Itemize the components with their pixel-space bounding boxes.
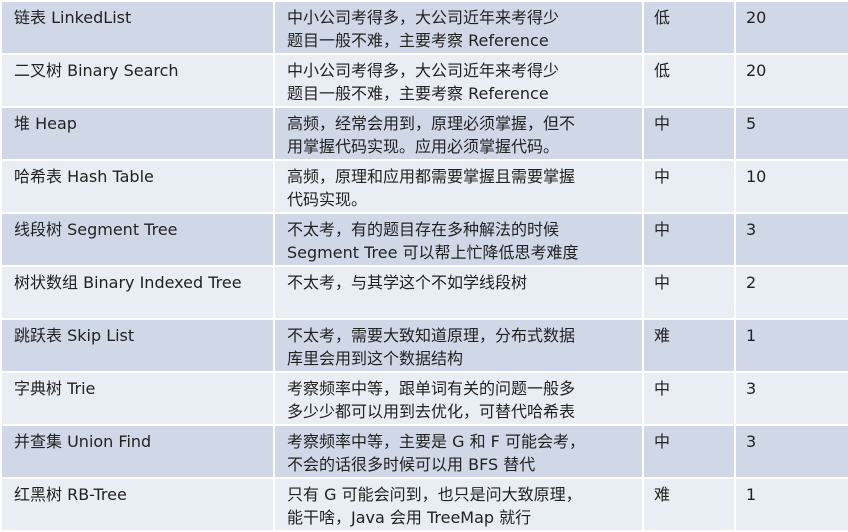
- description-line: 不太考，需要大致知道原理，分布式数据: [287, 326, 576, 345]
- frequency-count: 20: [734, 0, 848, 55]
- structure-name: 并查集 Union Find: [0, 424, 275, 479]
- structure-description: 不太考，与其学这个不如学线段树: [273, 265, 644, 320]
- description-line: 考察频率中等，主要是 G 和 F 可能会考，: [287, 432, 585, 451]
- description-line: 不太考，与其学这个不如学线段树: [287, 273, 528, 292]
- structure-description: 只有 G 可能会问到，也只是问大致原理， 能干啥，Java 会用 TreeMap…: [273, 477, 644, 532]
- structure-name: 树状数组 Binary Indexed Tree: [0, 265, 275, 320]
- table-row: 哈希表 Hash Table 高频，原理和应用都需要掌握且需要掌握 代码实现。 …: [0, 159, 848, 214]
- description-line: Segment Tree 可以帮上忙降低思考难度: [287, 243, 579, 262]
- structure-name: 红黑树 RB-Tree: [0, 477, 275, 532]
- table-row: 并查集 Union Find 考察频率中等，主要是 G 和 F 可能会考， 不会…: [0, 424, 848, 479]
- table-row: 字典树 Trie 考察频率中等，跟单词有关的问题一般多 多少少都可以用到去优化，…: [0, 371, 848, 426]
- difficulty-level: 中: [642, 212, 736, 267]
- frequency-count: 3: [734, 424, 848, 479]
- difficulty-level: 中: [642, 424, 736, 479]
- table-row: 跳跃表 Skip List 不太考，需要大致知道原理，分布式数据 库里会用到这个…: [0, 318, 848, 373]
- description-line: 库里会用到这个数据结构: [287, 349, 464, 368]
- difficulty-level: 低: [642, 53, 736, 108]
- structure-name: 跳跃表 Skip List: [0, 318, 275, 373]
- structure-description: 考察频率中等，跟单词有关的问题一般多 多少少都可以用到去优化，可替代哈希表: [273, 371, 644, 426]
- difficulty-level: 难: [642, 477, 736, 532]
- structure-name: 链表 LinkedList: [0, 0, 275, 55]
- structure-name: 线段树 Segment Tree: [0, 212, 275, 267]
- table-row: 堆 Heap 高频，经常会用到，原理必须掌握，但不 用掌握代码实现。应用必须掌握…: [0, 106, 848, 161]
- difficulty-level: 中: [642, 106, 736, 161]
- difficulty-level: 难: [642, 318, 736, 373]
- table-row: 树状数组 Binary Indexed Tree 不太考，与其学这个不如学线段树…: [0, 265, 848, 320]
- structure-description: 中小公司考得多，大公司近年来考得少 题目一般不难，主要考察 Reference: [273, 0, 644, 55]
- structure-description: 高频，经常会用到，原理必须掌握，但不 用掌握代码实现。应用必须掌握代码。: [273, 106, 644, 161]
- structure-description: 考察频率中等，主要是 G 和 F 可能会考， 不会的话很多时候可以用 BFS 替…: [273, 424, 644, 479]
- structure-description: 中小公司考得多，大公司近年来考得少 题目一般不难，主要考察 Reference: [273, 53, 644, 108]
- description-line: 高频，原理和应用都需要掌握且需要掌握: [287, 167, 576, 186]
- description-line: 能干啥，Java 会用 TreeMap 就行: [287, 508, 532, 527]
- table-row: 二叉树 Binary Search 中小公司考得多，大公司近年来考得少 题目一般…: [0, 53, 848, 108]
- frequency-count: 10: [734, 159, 848, 214]
- table-row: 链表 LinkedList 中小公司考得多，大公司近年来考得少 题目一般不难，主…: [0, 0, 848, 55]
- description-line: 代码实现。: [287, 190, 368, 209]
- frequency-count: 5: [734, 106, 848, 161]
- data-structures-table: 链表 LinkedList 中小公司考得多，大公司近年来考得少 题目一般不难，主…: [0, 0, 848, 532]
- frequency-count: 3: [734, 212, 848, 267]
- description-line: 高频，经常会用到，原理必须掌握，但不: [287, 114, 576, 133]
- structure-name: 二叉树 Binary Search: [0, 53, 275, 108]
- description-line: 中小公司考得多，大公司近年来考得少: [287, 8, 560, 27]
- structure-description: 高频，原理和应用都需要掌握且需要掌握 代码实现。: [273, 159, 644, 214]
- structure-name: 哈希表 Hash Table: [0, 159, 275, 214]
- description-line: 用掌握代码实现。应用必须掌握代码。: [287, 137, 560, 156]
- structure-name: 堆 Heap: [0, 106, 275, 161]
- description-line: 题目一般不难，主要考察 Reference: [287, 84, 549, 103]
- description-line: 只有 G 可能会问到，也只是问大致原理，: [287, 485, 582, 504]
- table-row: 线段树 Segment Tree 不太考，有的题目存在多种解法的时候 Segme…: [0, 212, 848, 267]
- difficulty-level: 低: [642, 0, 736, 55]
- structure-description: 不太考，有的题目存在多种解法的时候 Segment Tree 可以帮上忙降低思考…: [273, 212, 644, 267]
- description-line: 多少少都可以用到去优化，可替代哈希表: [287, 402, 576, 421]
- description-line: 考察频率中等，跟单词有关的问题一般多: [287, 379, 576, 398]
- frequency-count: 1: [734, 477, 848, 532]
- difficulty-level: 中: [642, 265, 736, 320]
- structure-name: 字典树 Trie: [0, 371, 275, 426]
- table-row: 红黑树 RB-Tree 只有 G 可能会问到，也只是问大致原理， 能干啥，Jav…: [0, 477, 848, 532]
- description-line: 不太考，有的题目存在多种解法的时候: [287, 220, 560, 239]
- data-structures-table-container: 链表 LinkedList 中小公司考得多，大公司近年来考得少 题目一般不难，主…: [0, 0, 848, 532]
- frequency-count: 1: [734, 318, 848, 373]
- frequency-count: 3: [734, 371, 848, 426]
- frequency-count: 20: [734, 53, 848, 108]
- structure-description: 不太考，需要大致知道原理，分布式数据 库里会用到这个数据结构: [273, 318, 644, 373]
- difficulty-level: 中: [642, 371, 736, 426]
- description-line: 题目一般不难，主要考察 Reference: [287, 31, 549, 50]
- difficulty-level: 中: [642, 159, 736, 214]
- frequency-count: 2: [734, 265, 848, 320]
- description-line: 不会的话很多时候可以用 BFS 替代: [287, 455, 536, 474]
- description-line: 中小公司考得多，大公司近年来考得少: [287, 61, 560, 80]
